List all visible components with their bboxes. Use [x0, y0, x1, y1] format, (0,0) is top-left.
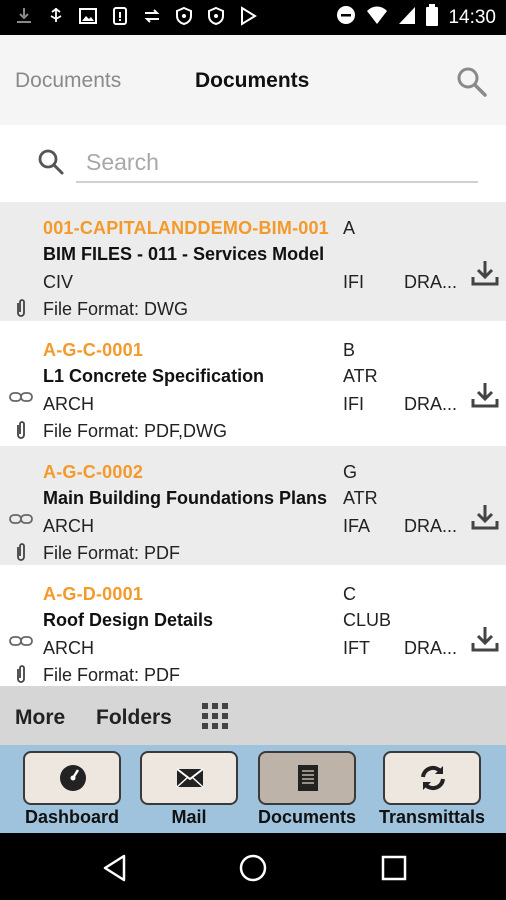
attachment-icon — [14, 298, 28, 318]
document-row[interactable]: A-G-C-0002 Main Building Foundations Plan… — [0, 446, 506, 567]
search-icon[interactable] — [455, 65, 489, 99]
document-file-format: File Format: PDF,DWG — [43, 421, 228, 441]
bottom-tab-bar: Dashboard Mail Documents Transmittals — [0, 745, 506, 833]
tab-dashboard-label: Dashboard — [24, 807, 120, 827]
search-icon — [36, 147, 66, 177]
play-store-icon — [238, 6, 258, 26]
document-list: 001-CAPITALANDDEMO-BIM-001 BIM FILES - 01… — [0, 202, 506, 686]
document-row[interactable]: A-G-C-0001 L1 Concrete Specification ARCH F… — [0, 324, 506, 445]
document-discipline: CIV — [43, 272, 74, 292]
folders-button[interactable]: Folders — [96, 706, 172, 730]
document-number: 001-CAPITALANDDEMO-BIM-001 — [43, 218, 329, 238]
tab-documents-label: Documents — [257, 807, 356, 827]
mail-icon — [175, 763, 205, 793]
document-status: ATR — [343, 366, 378, 386]
document-state: DRA... — [404, 638, 458, 658]
tab-dashboard[interactable] — [23, 751, 121, 805]
document-row[interactable]: A-G-D-0001 Roof Design Details ARCH File Fo… — [0, 568, 506, 686]
document-number: A-G-D-0001 — [43, 584, 144, 604]
tab-transmittals-label: Transmittals — [378, 807, 486, 827]
grid-icon[interactable] — [200, 701, 230, 731]
search-bar — [0, 125, 506, 202]
document-reason: IFI — [343, 272, 364, 292]
back-button[interactable]: Documents — [15, 69, 121, 93]
dashboard-icon — [58, 763, 88, 793]
document-discipline: ARCH — [43, 516, 95, 536]
document-title: L1 Concrete Specification — [43, 366, 265, 386]
document-file-format: File Format: DWG — [43, 299, 189, 319]
document-state: DRA... — [404, 516, 458, 536]
attachment-icon — [14, 420, 28, 440]
document-file-format: File Format: PDF — [43, 665, 181, 685]
signal-icon — [398, 5, 416, 31]
document-number: A-G-C-0001 — [43, 340, 144, 360]
document-title: Roof Design Details — [43, 610, 214, 630]
search-input[interactable] — [76, 143, 478, 183]
sync-icon — [142, 6, 162, 26]
tab-transmittals[interactable] — [383, 751, 481, 805]
recents-nav-icon[interactable] — [377, 851, 411, 885]
link-icon — [9, 512, 33, 526]
document-number: A-G-C-0002 — [43, 462, 144, 482]
document-reason: IFT — [343, 638, 370, 658]
usb-icon — [46, 6, 66, 26]
wifi-icon — [366, 5, 388, 31]
link-icon — [9, 390, 33, 404]
app-header: Documents Documents — [0, 35, 506, 125]
document-row[interactable]: 001-CAPITALANDDEMO-BIM-001 BIM FILES - 01… — [0, 202, 506, 323]
download-icon[interactable] — [470, 625, 500, 653]
sim-icon — [110, 6, 130, 26]
notification-icons — [14, 6, 258, 26]
document-revision: B — [343, 340, 356, 360]
document-state: DRA... — [404, 394, 458, 414]
do-not-disturb-icon — [336, 5, 356, 31]
battery-icon — [426, 4, 439, 32]
more-bar: More Folders — [0, 686, 506, 745]
more-button[interactable]: More — [15, 706, 65, 730]
document-discipline: ARCH — [43, 394, 95, 414]
home-nav-icon[interactable] — [236, 851, 270, 885]
page-title: Documents — [195, 69, 310, 92]
document-file-format: File Format: PDF — [43, 543, 181, 563]
document-revision: A — [343, 218, 356, 238]
document-revision: C — [343, 584, 356, 604]
download-icon[interactable] — [470, 381, 500, 409]
document-title: BIM FILES - 011 - Services Model — [43, 244, 325, 264]
tab-mail-label: Mail — [171, 807, 207, 827]
documents-icon — [293, 763, 323, 793]
download-icon[interactable] — [470, 503, 500, 531]
clock: 14:30 — [448, 7, 496, 28]
document-title: Main Building Foundations Plans — [43, 488, 327, 508]
document-reason: IFA — [343, 516, 371, 536]
document-status: CLUB — [343, 610, 392, 630]
document-status: ATR — [343, 488, 378, 508]
document-revision: G — [343, 462, 358, 482]
back-nav-icon[interactable] — [98, 851, 132, 885]
attachment-icon — [14, 542, 28, 562]
download-icon[interactable] — [470, 259, 500, 287]
shield-icon — [174, 6, 194, 26]
download-icon — [14, 6, 34, 26]
image-icon — [78, 6, 98, 26]
tab-documents[interactable] — [258, 751, 356, 805]
system-icons: 14:30 — [336, 4, 496, 32]
document-state: DRA... — [404, 272, 458, 292]
document-reason: IFI — [343, 394, 364, 414]
transmittals-icon — [418, 763, 448, 793]
shield-icon — [206, 6, 226, 26]
system-nav-bar — [0, 833, 506, 900]
status-bar: 14:30 — [0, 0, 506, 35]
tab-mail[interactable] — [140, 751, 238, 805]
link-icon — [9, 634, 33, 648]
document-discipline: ARCH — [43, 638, 95, 658]
attachment-icon — [14, 664, 28, 684]
